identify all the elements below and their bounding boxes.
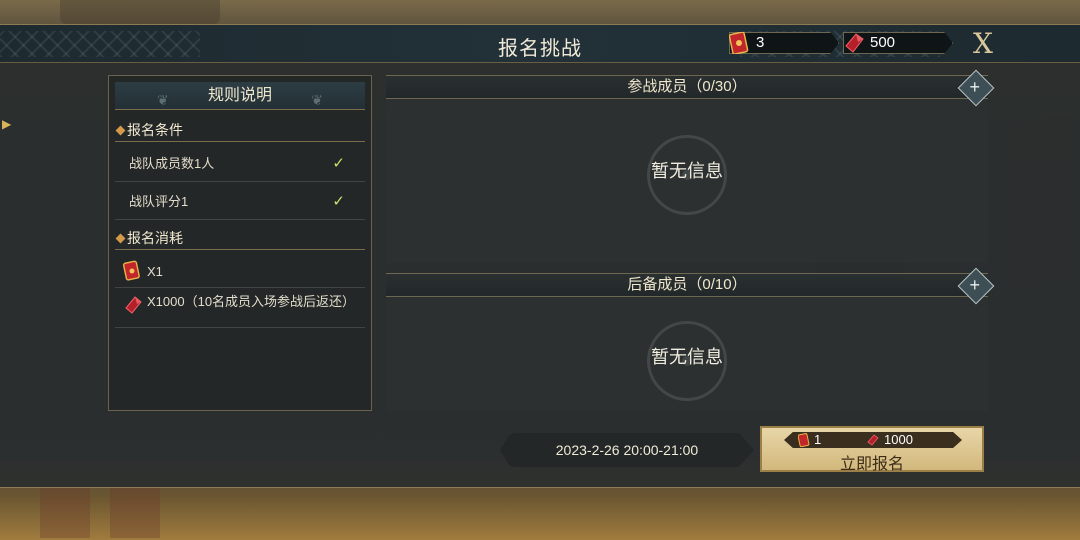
- ticket-icon: [798, 433, 810, 447]
- participants-panel: 参战成员（0/30） + 暂无信息: [386, 69, 995, 263]
- gem-icon: [867, 434, 879, 446]
- condition-row: 战队成员数1人 ✓: [115, 148, 365, 182]
- ticket-count: 3: [756, 34, 765, 51]
- side-expand-arrow-icon[interactable]: ▶: [2, 117, 11, 131]
- add-participant-button[interactable]: +: [957, 69, 995, 107]
- reserves-header: 后备成员（0/10） +: [386, 267, 995, 305]
- ticket-icon: [123, 260, 140, 281]
- condition-row: 战队评分1 ✓: [115, 186, 365, 220]
- reserves-empty-text: 暂无信息: [651, 347, 723, 367]
- check-icon: ✓: [332, 193, 345, 210]
- event-time: 2023-2-26 20:00-21:00: [500, 433, 754, 467]
- signup-now-button[interactable]: 1 1000 立即报名: [760, 426, 984, 473]
- check-icon: ✓: [332, 155, 345, 172]
- cost-text: X1000（10名成员入场参战后返还）: [147, 294, 356, 309]
- condition-text: 战队成员数1人: [129, 156, 215, 171]
- condition-text: 战队评分1: [129, 194, 189, 209]
- gem-icon: [845, 33, 864, 53]
- title-bar: 报名挑战 3 500 X: [0, 25, 1080, 63]
- signup-gem-cost: 1000: [884, 432, 913, 447]
- close-button[interactable]: X: [966, 27, 1000, 61]
- signup-label: 立即报名: [839, 456, 904, 473]
- rules-panel: ❦ 规则说明 ❦ 报名条件 战队成员数1人 ✓ 战队评分1 ✓ 报名消耗 X1: [108, 75, 372, 411]
- rules-header: ❦ 规则说明 ❦: [115, 82, 365, 110]
- cost-heading: 报名消耗: [115, 226, 365, 250]
- conditions-heading: 报名条件: [115, 118, 365, 142]
- background-topbar: [60, 0, 220, 24]
- signup-ticket-cost: 1: [814, 432, 822, 447]
- diamond-bullet-icon: [115, 233, 126, 244]
- plus-icon: +: [969, 274, 981, 295]
- gem-count: 500: [870, 34, 896, 51]
- cost-text: X1: [147, 264, 163, 279]
- signup-challenge-dialog: 报名挑战 3 500 X ▶ ❦ 规则说明 ❦ 报名条件 战队成员数1人 ✓ 战…: [0, 24, 1080, 488]
- cost-row: X1: [115, 256, 365, 288]
- conditions-title: 报名条件: [127, 122, 183, 138]
- reserves-title: 后备成员（0/10）: [627, 276, 747, 293]
- participants-empty-text: 暂无信息: [651, 161, 723, 181]
- signup-cost-bar: 1 1000: [784, 432, 962, 448]
- participants-title: 参战成员（0/30）: [627, 78, 747, 95]
- cost-title: 报名消耗: [127, 230, 183, 246]
- diamond-bullet-icon: [115, 125, 126, 136]
- reserves-panel: 后备成员（0/10） + 暂无信息: [386, 267, 995, 411]
- rules-title: 规则说明: [207, 87, 272, 104]
- cost-row: X1000（10名成员入场参战后返还）: [115, 290, 365, 328]
- plus-icon: +: [969, 76, 981, 97]
- ticket-currency: 3: [729, 32, 839, 54]
- add-reserve-button[interactable]: +: [957, 267, 995, 305]
- background-bottom-icons: [40, 488, 180, 538]
- participants-header: 参战成员（0/30） +: [386, 69, 995, 107]
- gem-icon: [125, 296, 142, 314]
- laurel-left-icon: ❦: [157, 92, 169, 108]
- laurel-right-icon: ❦: [311, 92, 323, 108]
- gem-currency: 500: [843, 32, 953, 54]
- ticket-icon: [729, 32, 749, 54]
